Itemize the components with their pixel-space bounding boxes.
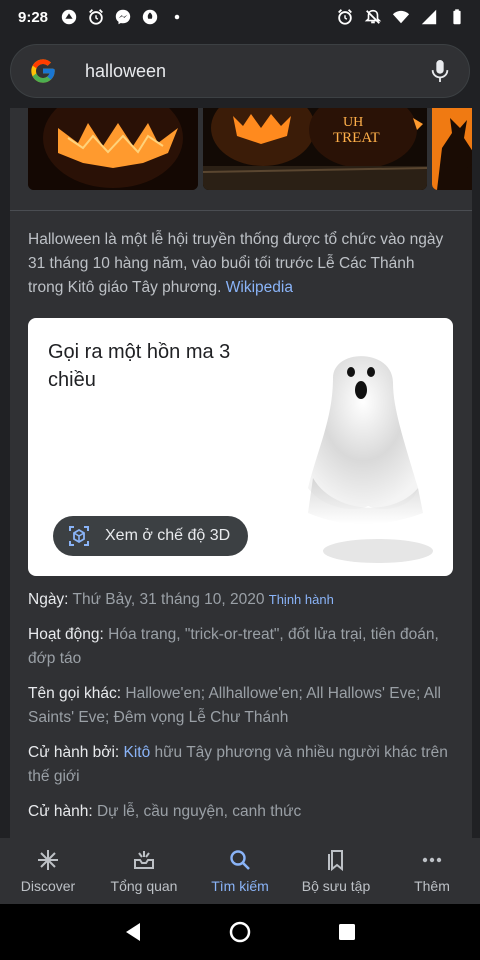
fact-other-names: Tên gọi khác: Hallowe'en; Allhallowe'en;… <box>28 682 448 730</box>
app-notification-icon-2 <box>141 8 159 26</box>
nav-discover[interactable]: Discover <box>0 838 96 904</box>
ar-cube-icon <box>69 526 89 546</box>
wifi-icon <box>392 8 410 26</box>
svg-text:UH: UH <box>343 115 363 130</box>
nav-overview[interactable]: Tổng quan <box>96 838 192 904</box>
ghost-card-title: Gọi ra một hồn ma 3 chiều <box>48 341 231 391</box>
search-header: halloween <box>0 34 480 108</box>
fact-key: Tên gọi khác: <box>28 685 122 702</box>
3d-ghost-card[interactable]: Gọi ra một hồn ma 3 chiều Xem ở chế độ 3… <box>28 318 453 576</box>
search-bar[interactable]: halloween <box>10 44 470 98</box>
divider <box>10 210 472 211</box>
fact-observances: Cử hành: Dự lễ, cầu nguyện, canh thức <box>28 800 448 824</box>
more-icon <box>422 857 442 863</box>
fact-key: Hoạt động: <box>28 626 104 643</box>
description: Halloween là một lễ hội truyền thống đượ… <box>28 228 448 300</box>
pumpkin-image[interactable] <box>28 108 198 190</box>
fact-activities: Hoạt động: Hóa trang, "trick-or-treat", … <box>28 623 448 671</box>
fact-value: Dự lễ, cầu nguyện, canh thức <box>96 803 302 820</box>
app-notification-icon <box>60 8 78 26</box>
inbox-icon <box>134 851 154 869</box>
nav-label: Discover <box>20 878 76 894</box>
system-status-icons <box>336 8 466 26</box>
recents-icon[interactable] <box>336 921 358 943</box>
nav-label: Tìm kiếm <box>211 878 269 894</box>
fact-key: Cử hành: <box>28 803 93 820</box>
wikipedia-link[interactable]: Wikipedia <box>226 279 293 296</box>
nav-label: Bộ sưu tập <box>301 878 371 894</box>
search-input[interactable]: halloween <box>85 61 429 82</box>
christian-link[interactable]: Kitô <box>124 744 151 761</box>
collections-icon <box>328 850 343 872</box>
messenger-icon <box>114 8 132 26</box>
home-icon[interactable] <box>229 921 251 943</box>
more-notifications-dot <box>168 8 186 26</box>
fact-date: Ngày: Thứ Bảy, 31 tháng 10, 2020 Thịnh h… <box>28 588 448 612</box>
image-carousel: UH TREAT <box>28 108 472 190</box>
alarm-icon <box>336 8 354 26</box>
pumpkins-trick-or-treat-image[interactable]: UH TREAT <box>203 108 427 190</box>
view-in-3d-button[interactable]: Xem ở chế độ 3D <box>53 516 248 556</box>
halloween-scene-image[interactable] <box>432 108 472 190</box>
status-bar: 9:28 <box>0 0 480 34</box>
asterisk-icon <box>38 850 58 870</box>
ghost-3d-image <box>308 356 433 563</box>
notification-icons <box>60 8 186 26</box>
system-navigation-bar <box>0 904 480 960</box>
search-icon <box>230 850 250 870</box>
microphone-icon[interactable] <box>429 58 451 84</box>
view-in-3d-label: Xem ở chế độ 3D <box>105 527 231 544</box>
trending-link[interactable]: Thịnh hành <box>269 592 334 607</box>
signal-icon <box>420 8 438 26</box>
fact-value: Thứ Bảy, 31 tháng 10, 2020 <box>72 591 265 608</box>
nav-search[interactable]: Tìm kiếm <box>192 838 288 904</box>
alarm-icon <box>87 8 105 26</box>
nav-label: Thêm <box>414 878 450 894</box>
fact-key: Cử hành bởi: <box>28 744 120 761</box>
nav-label: Tổng quan <box>110 878 178 894</box>
nav-collections[interactable]: Bộ sưu tập <box>288 838 384 904</box>
bottom-navigation: Discover Tổng quan Tìm kiếm Bộ sưu tập T… <box>0 838 480 904</box>
status-time: 9:28 <box>18 8 49 26</box>
svg-text:TREAT: TREAT <box>333 130 380 146</box>
google-logo-icon <box>31 59 55 83</box>
back-icon[interactable] <box>122 921 144 943</box>
fact-key: Ngày: <box>28 591 69 608</box>
nav-more[interactable]: Thêm <box>384 838 480 904</box>
mute-icon <box>364 8 382 26</box>
fact-observed-by: Cử hành bởi: Kitô hữu Tây phương và nhiề… <box>28 741 448 789</box>
facts-list: Ngày: Thứ Bảy, 31 tháng 10, 2020 Thịnh h… <box>28 588 448 835</box>
knowledge-panel: UH TREAT Halloween là một lễ hội truyền … <box>10 108 472 838</box>
battery-icon <box>448 8 466 26</box>
